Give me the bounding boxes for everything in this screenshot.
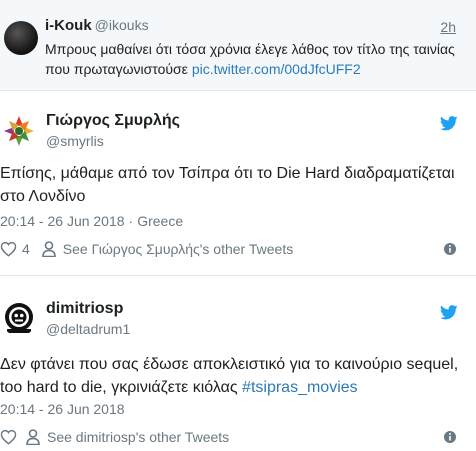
embedded-tweet: Γιώργος Σμυρλής @smyrlis Επίσης, μάθαμε …	[0, 92, 476, 276]
tweet-media-link[interactable]: pic.twitter.com/00dJfcUFF2	[192, 61, 361, 77]
quoted-tweet[interactable]: i-Kouk @ikouks 2h Μπρους μαθαίνει ότι τόσ…	[0, 0, 476, 91]
quoted-tweet-text: Μπρους μαθαίνει ότι τόσα χρόνια έλεγε λά…	[45, 39, 465, 79]
tweet-timestamp[interactable]: 2h	[440, 19, 456, 35]
author-name[interactable]: i-Kouk	[45, 17, 92, 34]
tweet-timestamp[interactable]: 20:14 - 26 Jun 2018	[0, 213, 125, 229]
tweet-meta: 20:14 - 26 Jun 2018	[0, 401, 125, 417]
twitter-bird-icon[interactable]	[440, 116, 458, 131]
avatar[interactable]	[1, 300, 37, 336]
person-icon	[26, 429, 40, 445]
twitter-bird-icon[interactable]	[440, 305, 458, 320]
other-tweets-link[interactable]: See dimitriosp's other Tweets	[47, 429, 229, 445]
author-handle[interactable]: @deltadrum1	[46, 321, 130, 337]
person-icon	[41, 241, 56, 257]
author-handle[interactable]: @ikouks	[95, 17, 149, 33]
tweet-location[interactable]: Greece	[137, 213, 183, 229]
tweet-text: Δεν φτάνει που σας έδωσε αποκλειστικό γι…	[0, 356, 459, 396]
avatar[interactable]	[1, 113, 37, 149]
avatar[interactable]	[4, 21, 38, 55]
tweet-text-block: Δεν φτάνει που σας έδωσε αποκλειστικό γι…	[0, 353, 470, 399]
other-tweets-link[interactable]: See Γιώργος Σμυρλής's other Tweets	[63, 241, 293, 257]
embedded-tweet: dimitriosp @deltadrum1 Δεν φτάνει που σα…	[0, 283, 476, 451]
tweet-actions: See dimitriosp's other Tweets	[0, 427, 229, 447]
meta-separator: ·	[128, 213, 134, 229]
hashtag-link[interactable]: #tsipras_movies	[242, 379, 358, 396]
info-icon[interactable]	[444, 243, 456, 255]
author-name[interactable]: Γιώργος Σμυρλής	[46, 112, 180, 130]
tweet-timestamp[interactable]: 20:14 - 26 Jun 2018	[0, 401, 125, 417]
info-icon[interactable]	[444, 431, 456, 443]
quoted-author[interactable]: i-Kouk @ikouks	[45, 17, 149, 34]
heart-icon[interactable]	[0, 429, 17, 445]
like-count[interactable]: 4	[22, 241, 30, 257]
tweet-meta: 20:14 - 26 Jun 2018 · Greece	[0, 213, 183, 229]
heart-icon[interactable]	[0, 241, 17, 257]
author-name[interactable]: dimitriosp	[46, 300, 123, 318]
author-handle[interactable]: @smyrlis	[46, 133, 104, 149]
tweet-actions: 4 See Γιώργος Σμυρλής's other Tweets	[0, 239, 293, 259]
tweet-text: Επίσης, μάθαμε από τον Τσίπρα ότι το Die…	[0, 165, 455, 205]
